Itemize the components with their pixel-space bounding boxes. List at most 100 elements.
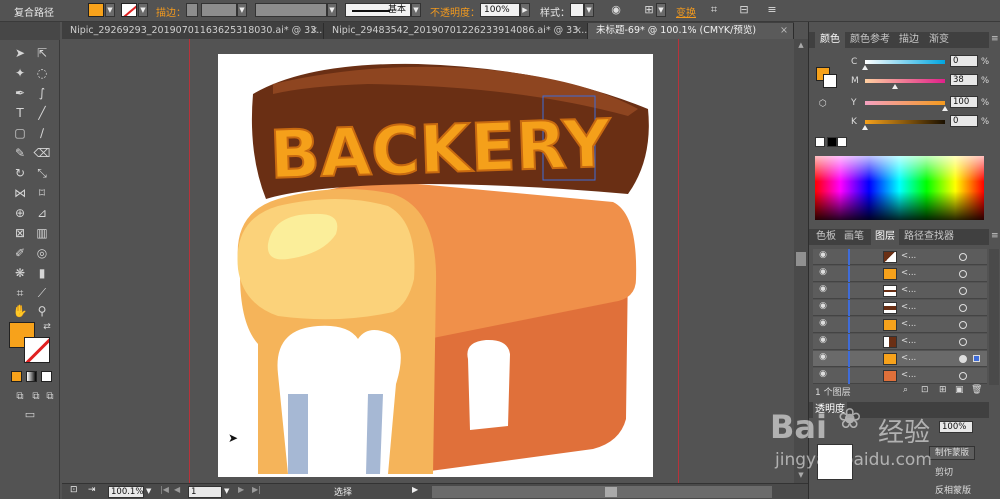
out-of-gamut-icon[interactable]: ⬡ xyxy=(819,99,827,109)
document-tab-1[interactable]: Nipic_29269293_20190701163625318030.ai* … xyxy=(62,23,324,39)
artboard-number-field[interactable]: 1 xyxy=(188,486,222,498)
layer-row[interactable]: ◉ <... xyxy=(813,368,987,384)
scrollbar-thumb[interactable] xyxy=(605,487,617,497)
opacity-field[interactable]: 100% xyxy=(480,3,520,17)
panel-menu-icon[interactable]: ≡ xyxy=(764,3,780,17)
target-icon[interactable] xyxy=(959,338,967,346)
opacity-label[interactable]: 不透明度： xyxy=(430,4,480,19)
line-tool-icon[interactable]: ╱ xyxy=(32,104,52,122)
artboard[interactable]: BACKERY xyxy=(218,54,653,477)
layer-row[interactable]: ◉ <... xyxy=(813,266,987,282)
perspective-grid-icon[interactable]: ⊿ xyxy=(32,204,52,222)
gradient-tool-icon[interactable]: ▥ xyxy=(32,224,52,242)
paintbrush-icon[interactable]: ∕ xyxy=(32,124,52,142)
zoom-field[interactable]: 100.1% xyxy=(108,486,144,498)
target-icon[interactable] xyxy=(959,304,967,312)
make-mask-button[interactable]: 制作蒙版 xyxy=(929,446,975,460)
swap-colors-icon[interactable]: ⇄ xyxy=(37,318,57,336)
tab-color[interactable]: 颜色 xyxy=(815,32,845,48)
close-icon[interactable]: × xyxy=(574,23,582,38)
channel-c-knob[interactable] xyxy=(862,65,868,70)
channel-c-value[interactable]: 0 xyxy=(950,55,978,67)
horizontal-scrollbar[interactable] xyxy=(432,486,772,498)
artboard-tool-icon[interactable]: ⌗ xyxy=(10,284,30,302)
new-sublayer-icon[interactable]: ⊞ xyxy=(939,385,947,395)
target-icon[interactable] xyxy=(959,321,967,329)
opacity-dropdown-icon[interactable]: ▶ xyxy=(520,3,530,17)
channel-m-value[interactable]: 38 xyxy=(950,74,978,86)
eye-icon[interactable]: ◉ xyxy=(816,250,830,263)
last-artboard-icon[interactable]: ▶| xyxy=(252,485,261,494)
scroll-up-icon[interactable]: ▲ xyxy=(796,41,806,51)
pencil-icon[interactable]: ✎ xyxy=(10,144,30,162)
brush-stroke-style[interactable]: 基本 xyxy=(345,3,411,17)
isolate-icon[interactable]: ⌗ xyxy=(706,3,722,17)
eye-icon[interactable]: ◉ xyxy=(816,318,830,331)
scale-tool-icon[interactable]: ⤡ xyxy=(32,164,52,182)
first-artboard-icon[interactable]: |◀ xyxy=(160,485,169,494)
column-graph-icon[interactable]: ▮ xyxy=(32,264,52,282)
screen-mode-icon[interactable]: ▭ xyxy=(20,406,40,424)
target-icon[interactable] xyxy=(959,372,967,380)
eye-icon[interactable]: ◉ xyxy=(816,369,830,382)
status-menu-icon[interactable]: ▶ xyxy=(412,485,418,494)
tab-stroke[interactable]: 描边 xyxy=(895,32,923,48)
variable-width-field[interactable] xyxy=(255,3,327,17)
stroke-label[interactable]: 描边： xyxy=(156,4,186,19)
blend-tool-icon[interactable]: ◎ xyxy=(32,244,52,262)
target-icon[interactable] xyxy=(959,287,967,295)
artboard-dropdown-icon[interactable]: ▼ xyxy=(224,487,229,495)
type-tool-icon[interactable]: T xyxy=(10,104,30,122)
channel-m-slider[interactable] xyxy=(865,79,945,83)
width-tool-icon[interactable]: ⋈ xyxy=(10,184,30,202)
panel-menu-icon[interactable]: ≡ xyxy=(991,231,999,241)
tab-swatches[interactable]: 色板 xyxy=(813,229,839,245)
invert-mask-checkbox-label[interactable]: 反相蒙版 xyxy=(935,483,971,496)
transform-link[interactable]: 变换 xyxy=(676,4,696,19)
canvas-area[interactable]: BACKERY ➤ xyxy=(62,39,794,483)
tools-grip[interactable] xyxy=(0,22,60,40)
locate-object-icon[interactable]: ⌕ xyxy=(903,385,908,395)
bakery-artwork[interactable]: BACKERY xyxy=(218,54,653,477)
direct-selection-tool-icon[interactable]: ⇱ xyxy=(32,44,52,62)
stroke-weight-dropdown-icon[interactable]: ▼ xyxy=(237,3,247,17)
delete-layer-icon[interactable]: 🗑 xyxy=(971,385,982,395)
eye-icon[interactable]: ◉ xyxy=(816,284,830,297)
draw-inside-icon[interactable]: ⧉ xyxy=(40,388,60,406)
target-icon[interactable] xyxy=(959,355,967,363)
variable-width-dropdown-icon[interactable]: ▼ xyxy=(327,3,337,17)
channel-k-slider[interactable] xyxy=(865,120,945,124)
gradient-mode-icon[interactable] xyxy=(26,371,37,382)
white-swatch[interactable] xyxy=(837,137,847,147)
channel-y-knob[interactable] xyxy=(942,106,948,111)
color-mode-icon[interactable] xyxy=(11,371,22,382)
clipping-mask-icon[interactable]: ⊡ xyxy=(921,385,929,395)
artboard-options-icon[interactable]: ⊡ xyxy=(70,485,78,495)
eraser-icon[interactable]: ⌫ xyxy=(32,144,52,162)
prev-artboard-icon[interactable]: ◀ xyxy=(174,485,180,494)
channel-k-value[interactable]: 0 xyxy=(950,115,978,127)
recolor-artwork-icon[interactable]: ◉ xyxy=(608,3,624,17)
next-artboard-icon[interactable]: ▶ xyxy=(238,485,244,494)
transparency-opacity-field[interactable]: 100% xyxy=(939,421,973,433)
hand-tool-icon[interactable]: ✋ xyxy=(10,302,30,320)
eye-icon[interactable]: ◉ xyxy=(816,267,830,280)
symbol-sprayer-icon[interactable]: ❋ xyxy=(10,264,30,282)
tab-gradient[interactable]: 渐变 xyxy=(925,32,953,48)
scroll-down-icon[interactable]: ▼ xyxy=(796,471,806,481)
color-spectrum[interactable] xyxy=(815,156,984,220)
tab-pathfinder[interactable]: 路径查找器 xyxy=(901,229,957,245)
free-transform-icon[interactable]: ⌑ xyxy=(32,184,52,202)
layer-row[interactable]: ◉ <... xyxy=(813,317,987,333)
layers-scrollbar[interactable] xyxy=(989,249,999,385)
clip-checkbox-label[interactable]: 剪切 xyxy=(935,465,953,478)
align-dropdown-icon[interactable]: ▼ xyxy=(656,3,666,17)
selection-tool-icon[interactable]: ➤ xyxy=(10,44,30,62)
stroke-style-dropdown-icon[interactable]: ▼ xyxy=(411,3,421,17)
channel-m-knob[interactable] xyxy=(892,84,898,89)
tab-layers[interactable]: 图层 xyxy=(871,229,899,245)
eye-icon[interactable]: ◉ xyxy=(816,352,830,365)
stroke-weight-field[interactable] xyxy=(201,3,237,17)
layer-row[interactable]: ◉ <... xyxy=(813,283,987,299)
fill-color-swatch[interactable] xyxy=(88,3,104,17)
